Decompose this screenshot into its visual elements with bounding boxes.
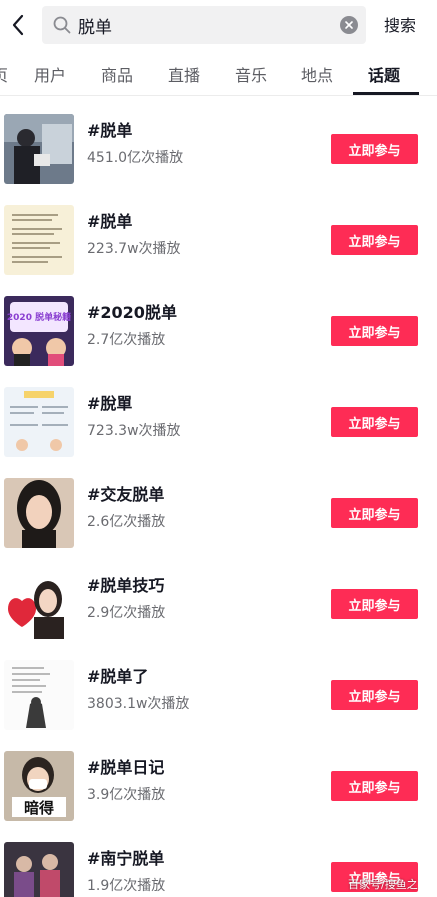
topic-thumbnail bbox=[4, 205, 74, 275]
clear-icon bbox=[345, 21, 353, 29]
topic-play-count: 2.6亿次播放 bbox=[87, 514, 166, 530]
search-icon bbox=[53, 16, 71, 34]
thumbnail-caption: 2020 脱单秘籍 bbox=[7, 311, 71, 323]
topic-thumbnail bbox=[4, 569, 74, 639]
topic-thumbnail bbox=[4, 114, 74, 184]
topic-row[interactable]: #脱单技巧 2.9亿次播放 立即参与 bbox=[0, 569, 437, 660]
topic-row[interactable]: 暗得 #脱单日记 3.9亿次播放 立即参与 bbox=[0, 751, 437, 842]
topic-play-count: 2.9亿次播放 bbox=[87, 605, 166, 621]
search-header: 搜索 bbox=[0, 0, 437, 50]
search-input[interactable] bbox=[78, 6, 318, 44]
category-tabs: 页 用户 商品 直播 音乐 地点 话题 bbox=[0, 52, 437, 96]
topic-thumbnail: 2020 脱单秘籍 bbox=[4, 296, 74, 366]
topic-thumbnail: 暗得 bbox=[4, 751, 74, 821]
join-button[interactable]: 立即参与 bbox=[331, 680, 418, 710]
tab-places[interactable]: 地点 bbox=[301, 62, 333, 86]
search-box[interactable] bbox=[42, 6, 366, 44]
chevron-left-icon bbox=[12, 14, 24, 36]
topic-play-count: 1.9亿次播放 bbox=[87, 878, 166, 894]
topic-play-count: 723.3w次播放 bbox=[87, 423, 181, 439]
topic-title: #脱单了 bbox=[87, 667, 149, 686]
tab-users[interactable]: 用户 bbox=[34, 62, 66, 86]
join-button[interactable]: 立即参与 bbox=[331, 225, 418, 255]
join-button[interactable]: 立即参与 bbox=[331, 498, 418, 528]
topic-play-count: 451.0亿次播放 bbox=[87, 150, 184, 166]
topic-row[interactable]: #脱单 451.0亿次播放 立即参与 bbox=[0, 114, 437, 205]
topic-thumbnail bbox=[4, 842, 74, 897]
topic-row[interactable]: #脫單 723.3w次播放 立即参与 bbox=[0, 387, 437, 478]
topic-row[interactable]: #脱单 223.7w次播放 立即参与 bbox=[0, 205, 437, 296]
topic-title: #南宁脱单 bbox=[87, 849, 165, 868]
join-button[interactable]: 立即参与 bbox=[331, 407, 418, 437]
clear-button[interactable] bbox=[340, 16, 358, 34]
topic-row[interactable]: #交友脱单 2.6亿次播放 立即参与 bbox=[0, 478, 437, 569]
topic-title: #脱单技巧 bbox=[87, 576, 165, 595]
topic-thumbnail bbox=[4, 387, 74, 457]
join-button[interactable]: 立即参与 bbox=[331, 316, 418, 346]
join-button[interactable]: 立即参与 bbox=[331, 134, 418, 164]
search-button[interactable]: 搜索 bbox=[384, 12, 416, 36]
topic-title: #脱单 bbox=[87, 121, 133, 140]
topic-title: #脱单日记 bbox=[87, 758, 165, 777]
back-button[interactable] bbox=[6, 11, 30, 39]
active-tab-indicator bbox=[353, 92, 419, 95]
tab-products[interactable]: 商品 bbox=[101, 62, 133, 86]
join-button[interactable]: 立即参与 bbox=[331, 589, 418, 619]
topic-play-count: 2.7亿次播放 bbox=[87, 332, 166, 348]
topic-title: #脱单 bbox=[87, 212, 133, 231]
topic-thumbnail bbox=[4, 478, 74, 548]
join-button[interactable]: 立即参与 bbox=[331, 771, 418, 801]
topic-title: #脫單 bbox=[87, 394, 133, 413]
tab-live[interactable]: 直播 bbox=[168, 62, 200, 86]
topic-row[interactable]: #脱单了 3803.1w次播放 立即参与 bbox=[0, 660, 437, 751]
tab-music[interactable]: 音乐 bbox=[235, 62, 267, 86]
topic-play-count: 3803.1w次播放 bbox=[87, 696, 190, 712]
watermark: 百家号/搜鱼之 bbox=[348, 878, 418, 891]
thumbnail-caption: 暗得 bbox=[24, 799, 54, 817]
topic-thumbnail bbox=[4, 660, 74, 730]
tab-topics[interactable]: 话题 bbox=[368, 62, 400, 86]
topic-play-count: 3.9亿次播放 bbox=[87, 787, 166, 803]
topic-row[interactable]: 2020 脱单秘籍 #2020脱单 2.7亿次播放 立即参与 bbox=[0, 296, 437, 387]
topic-title: #交友脱单 bbox=[87, 485, 165, 504]
topic-play-count: 223.7w次播放 bbox=[87, 241, 181, 257]
tab-partial[interactable]: 页 bbox=[0, 62, 8, 86]
topic-title: #2020脱单 bbox=[87, 303, 177, 322]
